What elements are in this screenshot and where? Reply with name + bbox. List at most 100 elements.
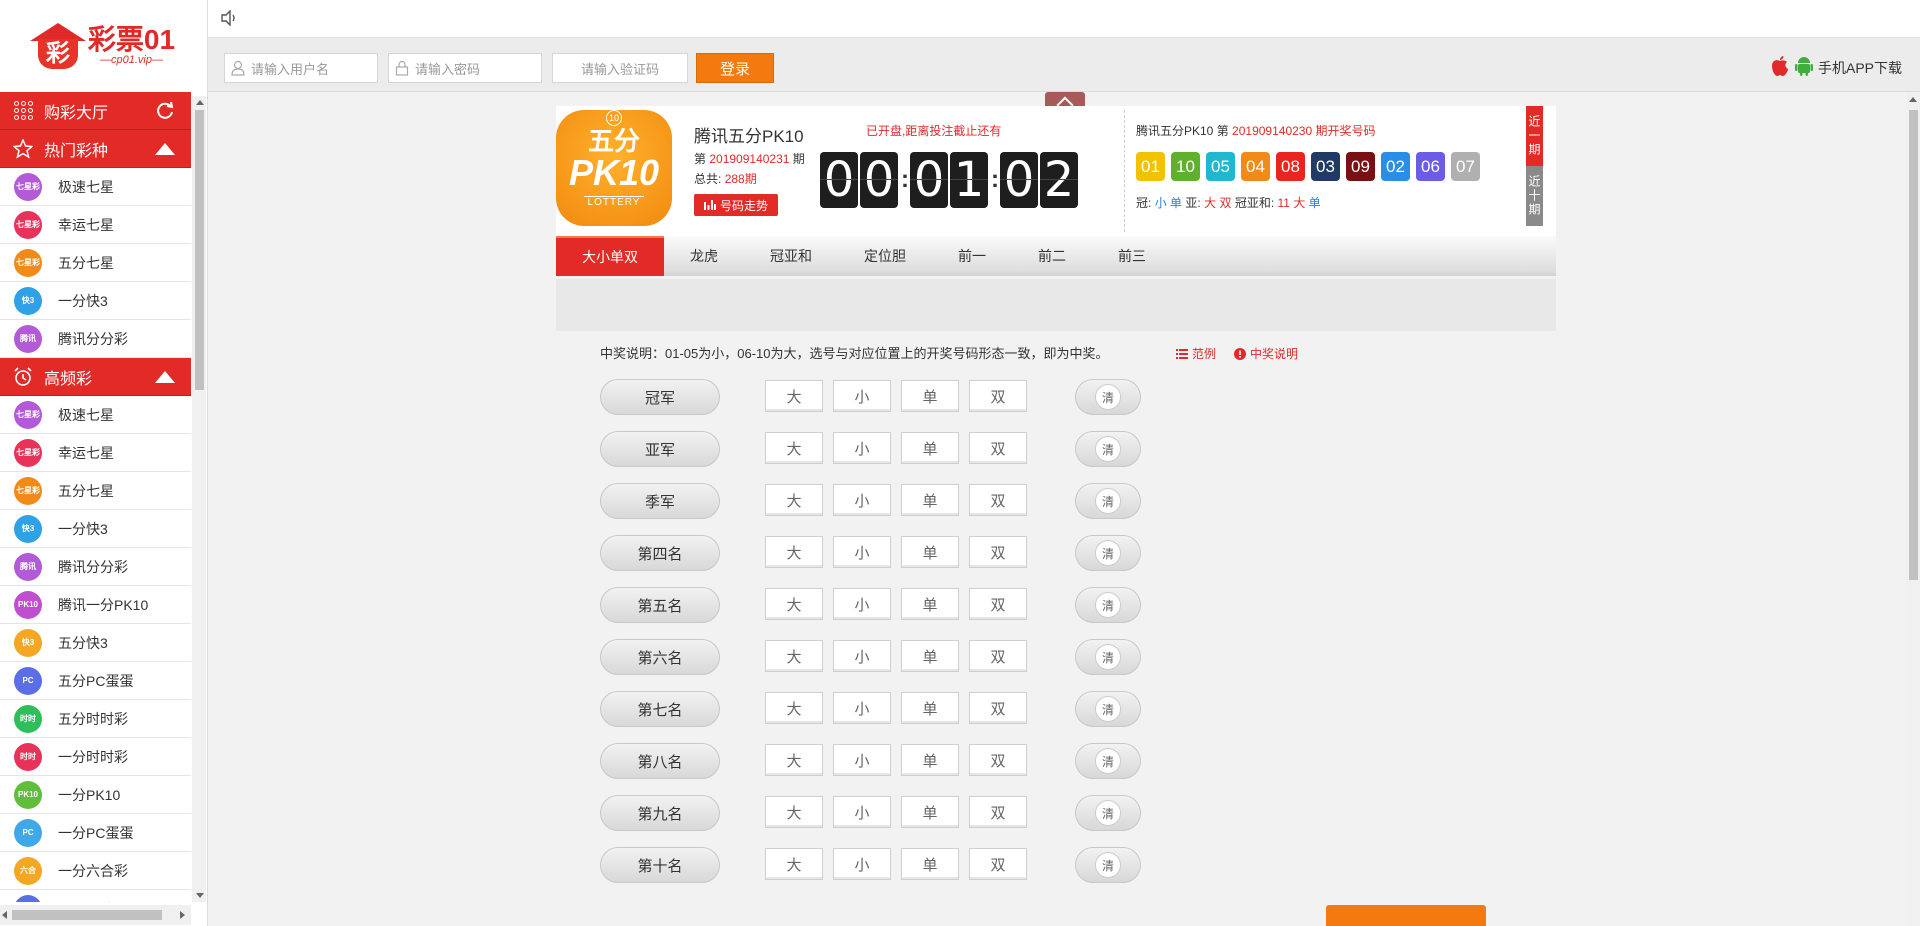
bet-option-button[interactable]: 小 <box>833 484 891 516</box>
bet-option-button[interactable]: 小 <box>833 432 891 464</box>
bet-option-button[interactable]: 大 <box>765 484 823 516</box>
example-link[interactable]: 范例 <box>1176 345 1216 362</box>
sidebar-game-item[interactable]: 七星彩 极速七星 <box>0 168 191 206</box>
clear-button[interactable]: 清 <box>1075 483 1141 519</box>
bet-option-button[interactable]: 双 <box>969 432 1027 464</box>
sidebar-game-item[interactable]: 11 一分11选5 <box>0 890 191 902</box>
sidebar-game-item[interactable]: 七星彩 极速七星 <box>0 396 191 434</box>
bet-option-button[interactable]: 大 <box>765 640 823 672</box>
tab-5[interactable]: 前二 <box>1012 236 1092 276</box>
sidebar-scrollbar-thumb[interactable] <box>195 110 204 390</box>
bet-option-button[interactable]: 单 <box>901 432 959 464</box>
clear-button[interactable]: 清 <box>1075 379 1141 415</box>
bet-option-button[interactable]: 单 <box>901 588 959 620</box>
sidebar-game-item[interactable]: 腾讯 腾讯分分彩 <box>0 320 191 358</box>
tab-4[interactable]: 前一 <box>932 236 1012 276</box>
sidebar-game-item[interactable]: PC 五分PC蛋蛋 <box>0 662 191 700</box>
sidebar-section-hot[interactable]: 热门彩种 <box>0 130 191 168</box>
clear-button[interactable]: 清 <box>1075 587 1141 623</box>
clear-button[interactable]: 清 <box>1075 743 1141 779</box>
collapse-up-icon[interactable] <box>155 358 175 396</box>
recent-1-button[interactable]: 近一期 <box>1526 106 1543 166</box>
sidebar-game-item[interactable]: PK10 腾讯一分PK10 <box>0 586 191 624</box>
tab-6[interactable]: 前三 <box>1092 236 1172 276</box>
sidebar-horizontal-scrollbar[interactable] <box>0 905 191 925</box>
bet-option-button[interactable]: 大 <box>765 432 823 464</box>
clear-button[interactable]: 清 <box>1075 639 1141 675</box>
sidebar-game-item[interactable]: 七星彩 五分七星 <box>0 244 191 282</box>
bet-option-button[interactable]: 小 <box>833 796 891 828</box>
bet-option-button[interactable]: 大 <box>765 744 823 776</box>
bet-option-button[interactable]: 单 <box>901 744 959 776</box>
username-field[interactable]: 请输入用户名 <box>224 53 378 83</box>
sidebar-game-item[interactable]: 七星彩 幸运七星 <box>0 206 191 244</box>
refresh-icon[interactable] <box>155 92 175 130</box>
explain-link[interactable]: 中奖说明 <box>1234 345 1298 362</box>
bet-option-button[interactable]: 单 <box>901 796 959 828</box>
bet-option-button[interactable]: 大 <box>765 588 823 620</box>
sidebar-game-item[interactable]: 腾讯 腾讯分分彩 <box>0 548 191 586</box>
sidebar-game-item[interactable]: 时时 五分时时彩 <box>0 700 191 738</box>
bet-option-button[interactable]: 双 <box>969 536 1027 568</box>
bet-option-button[interactable]: 小 <box>833 848 891 880</box>
bet-option-button[interactable]: 小 <box>833 588 891 620</box>
horizontal-scrollbar-thumb[interactable] <box>12 910 162 920</box>
sidebar-game-item[interactable]: 七星彩 幸运七星 <box>0 434 191 472</box>
sidebar-game-item[interactable]: 快3 一分快3 <box>0 282 191 320</box>
scroll-right-arrow-icon[interactable] <box>180 911 185 919</box>
clear-button[interactable]: 清 <box>1075 795 1141 831</box>
sidebar-section-freq[interactable]: 高频彩 <box>0 358 191 396</box>
tab-2[interactable]: 冠亚和 <box>744 236 838 276</box>
sidebar-game-item[interactable]: 快3 五分快3 <box>0 624 191 662</box>
sidebar-game-item[interactable]: 七星彩 五分七星 <box>0 472 191 510</box>
login-button[interactable]: 登录 <box>696 53 774 83</box>
bet-option-button[interactable]: 双 <box>969 848 1027 880</box>
bet-option-button[interactable]: 大 <box>765 536 823 568</box>
sidebar-game-item[interactable]: 时时 一分时时彩 <box>0 738 191 776</box>
sidebar-game-item[interactable]: PC 一分PC蛋蛋 <box>0 814 191 852</box>
bet-option-button[interactable]: 单 <box>901 692 959 724</box>
bet-option-button[interactable]: 小 <box>833 692 891 724</box>
scroll-up-arrow-icon[interactable] <box>1909 97 1917 102</box>
bet-option-button[interactable]: 小 <box>833 536 891 568</box>
bet-option-button[interactable]: 小 <box>833 640 891 672</box>
bet-option-button[interactable]: 双 <box>969 744 1027 776</box>
speaker-icon[interactable] <box>220 9 238 29</box>
bet-option-button[interactable]: 双 <box>969 640 1027 672</box>
recent-10-button[interactable]: 近十期 <box>1526 166 1543 226</box>
bet-option-button[interactable]: 单 <box>901 640 959 672</box>
bet-option-button[interactable]: 双 <box>969 380 1027 412</box>
bet-option-button[interactable]: 小 <box>833 380 891 412</box>
sidebar-game-item[interactable]: 六合 一分六合彩 <box>0 852 191 890</box>
bet-option-button[interactable]: 单 <box>901 848 959 880</box>
collapse-up-icon[interactable] <box>155 130 175 168</box>
tab-3[interactable]: 定位胆 <box>838 236 932 276</box>
clear-button[interactable]: 清 <box>1075 691 1141 727</box>
bet-option-button[interactable]: 双 <box>969 796 1027 828</box>
password-field[interactable]: 请输入密码 <box>388 53 542 83</box>
bet-option-button[interactable]: 单 <box>901 484 959 516</box>
clear-button[interactable]: 清 <box>1075 847 1141 883</box>
scroll-down-arrow-icon[interactable] <box>196 893 204 898</box>
clear-button[interactable]: 清 <box>1075 535 1141 571</box>
bet-option-button[interactable]: 双 <box>969 588 1027 620</box>
add-bet-button[interactable] <box>1326 905 1486 926</box>
main-scrollbar-thumb[interactable] <box>1909 110 1918 580</box>
bet-option-button[interactable]: 大 <box>765 796 823 828</box>
scroll-left-arrow-icon[interactable] <box>2 911 7 919</box>
sidebar-hall[interactable]: 购彩大厅 <box>0 92 191 130</box>
bet-option-button[interactable]: 单 <box>901 380 959 412</box>
app-download-link[interactable]: 手机APP下载 <box>1770 55 1902 80</box>
logo[interactable]: 彩 彩票01 —cp01.vip— <box>0 0 207 92</box>
bet-option-button[interactable]: 大 <box>765 692 823 724</box>
bet-option-button[interactable]: 双 <box>969 484 1027 516</box>
bet-option-button[interactable]: 大 <box>765 380 823 412</box>
sidebar-game-item[interactable]: 快3 一分快3 <box>0 510 191 548</box>
bet-option-button[interactable]: 单 <box>901 536 959 568</box>
captcha-field[interactable]: 请输入验证码 <box>552 53 688 83</box>
clear-button[interactable]: 清 <box>1075 431 1141 467</box>
sidebar-game-item[interactable]: PK10 一分PK10 <box>0 776 191 814</box>
trend-button[interactable]: 号码走势 <box>694 194 778 216</box>
bet-option-button[interactable]: 小 <box>833 744 891 776</box>
tab-1[interactable]: 龙虎 <box>664 236 744 276</box>
